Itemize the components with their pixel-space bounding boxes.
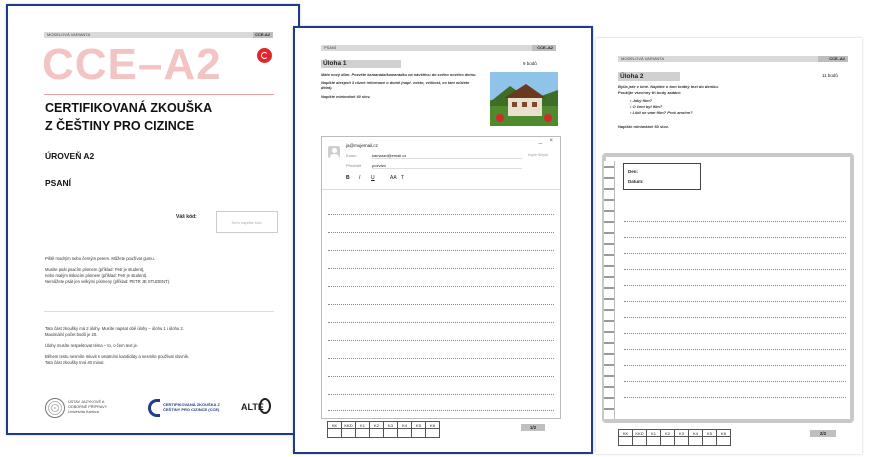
score-cell[interactable]	[618, 436, 633, 446]
score-cell[interactable]	[646, 436, 661, 446]
score-header: K1	[646, 429, 661, 437]
text-format-button[interactable]: T	[401, 175, 404, 181]
email-to-field[interactable]: kamarad@email.cz	[372, 153, 522, 159]
house-photo	[490, 72, 558, 126]
level-label: ÚROVEŇ A2	[45, 151, 95, 161]
score-cell[interactable]	[397, 428, 412, 438]
window-close-button[interactable]: ×	[549, 138, 553, 144]
cover-header-right: CCE-A2	[253, 32, 273, 38]
diary-notebook[interactable]: Den: Datum:	[602, 153, 854, 423]
task1-text3: Napište minimálně 40 slov.	[321, 93, 371, 99]
task2-text3: Napište minimálně 60 slov.	[618, 124, 669, 129]
score-header: K3	[383, 421, 398, 429]
p3-header-right: CCE–A2	[818, 56, 848, 62]
email-to-label: Komu	[346, 153, 357, 158]
score-cell[interactable]	[327, 428, 342, 438]
window-minimize-button[interactable]: _	[539, 138, 542, 144]
title-rule	[44, 94, 274, 95]
score-table: KK KKD K1 K2 K3 K4 K5 K6	[327, 421, 440, 438]
task1-title: Úloha 1	[323, 60, 347, 67]
task2-title: Úloha 2	[620, 73, 644, 80]
instr-rule	[44, 311, 274, 312]
cce-logo-icon	[148, 399, 160, 417]
email-window[interactable]: _ × ja@mujemail.cz Komu kamarad@email.cz…	[321, 136, 561, 419]
avatar-icon	[328, 146, 340, 158]
score-header: K6	[716, 429, 731, 437]
score-header: K4	[688, 429, 703, 437]
red-logo-icon	[257, 48, 272, 63]
score-header: KKD	[341, 421, 356, 429]
underline-button[interactable]: U	[371, 175, 375, 181]
italic-button[interactable]: I	[359, 175, 360, 181]
score-cell[interactable]	[355, 428, 370, 438]
email-subject-label: Předmět	[346, 163, 362, 168]
score-cell[interactable]	[674, 436, 689, 446]
font-size-button[interactable]: AA	[390, 175, 397, 181]
score-cell[interactable]	[411, 428, 426, 438]
task2-text2: Použijte všechny tři body zadání:	[618, 90, 682, 95]
code-label: Váš kód:	[176, 214, 197, 220]
bold-button[interactable]: B	[346, 175, 350, 181]
task1-points: 9 bodů	[523, 61, 537, 66]
score-table: KK KKD K1 K2 K3 K4 K5 K6	[618, 429, 731, 446]
university-seal-icon	[45, 398, 65, 418]
instr2-line: Tato část zkoušky trvá 40 minut.	[45, 360, 105, 365]
email-body[interactable]	[322, 190, 560, 418]
cover-page[interactable]: MODELOVÁ VARIANTA CCE-A2 CCE–A2 CERTIFIK…	[6, 4, 300, 435]
task1-page[interactable]: PSANÍ CCE–A2 Úloha 1 9 bodů Máte nový dů…	[293, 26, 593, 454]
code-input[interactable]: Sem napište kód.	[216, 211, 278, 233]
email-subject-field[interactable]: pozvání	[372, 163, 522, 169]
logo1-text: ÚSTAV JAZYKOVÉ A ODBORNÉ PŘÍPRAVY Univer…	[68, 400, 108, 414]
score-header: KKD	[632, 429, 647, 437]
p3-header-left: MODELOVÁ VARIANTA	[618, 56, 820, 62]
score-header: KK	[618, 429, 633, 437]
score-cell[interactable]	[632, 436, 647, 446]
score-header: K2	[660, 429, 675, 437]
task2-points: 11 bodů	[822, 73, 838, 78]
title-line1: CERTIFIKOVANÁ ZKOUŠKA	[45, 101, 213, 115]
email-toolbar: B I U AA T	[346, 175, 546, 185]
alte-q-icon	[259, 398, 271, 414]
diary-writing-area[interactable]	[606, 157, 850, 419]
score-header: K1	[355, 421, 370, 429]
score-header: K6	[425, 421, 440, 429]
instr-line: Nemůžete psát jen velkými písmeny (příkl…	[45, 279, 171, 284]
big-code: CCE–A2	[42, 40, 222, 89]
title-line2: Z ČEŠTINY PRO CIZINCE	[45, 119, 195, 133]
score-header: KK	[327, 421, 342, 429]
email-from: ja@mujemail.cz	[346, 143, 378, 148]
score-cell[interactable]	[660, 436, 675, 446]
score-header: K4	[397, 421, 412, 429]
cover-header-left: MODELOVÁ VARIANTA	[44, 32, 256, 38]
score-cell[interactable]	[702, 436, 717, 446]
score-cell[interactable]	[341, 428, 356, 438]
score-cell[interactable]	[688, 436, 703, 446]
p2-header-right: CCE–A2	[532, 45, 556, 51]
p2-header-left: PSANÍ	[321, 45, 534, 51]
task1-text: Máte nový dům. Pozvěte kamaráda/kamarádk…	[321, 72, 477, 77]
page-number: 1/2	[521, 424, 545, 431]
task1-text2: Napište alespoň 3 různé informace o domě…	[321, 80, 470, 91]
score-header: K5	[411, 421, 426, 429]
score-header: K2	[369, 421, 384, 429]
page-number: 2/2	[810, 430, 836, 437]
score-header: K3	[674, 429, 689, 437]
score-cell[interactable]	[369, 428, 384, 438]
email-copy-link[interactable]: Kopie Skrytá	[528, 153, 548, 157]
score-cell[interactable]	[716, 436, 731, 446]
score-cell[interactable]	[425, 428, 440, 438]
score-header: K5	[702, 429, 717, 437]
task2-page[interactable]: MODELOVÁ VARIANTA CCE–A2 Úloha 2 11 bodů…	[596, 38, 862, 454]
section-label: PSANÍ	[45, 178, 71, 188]
score-cell[interactable]	[383, 428, 398, 438]
logo2-text: CERTIFIKOVANÁ ZKOUŠKA Z ČEŠTINY PRO CIZI…	[163, 402, 220, 412]
